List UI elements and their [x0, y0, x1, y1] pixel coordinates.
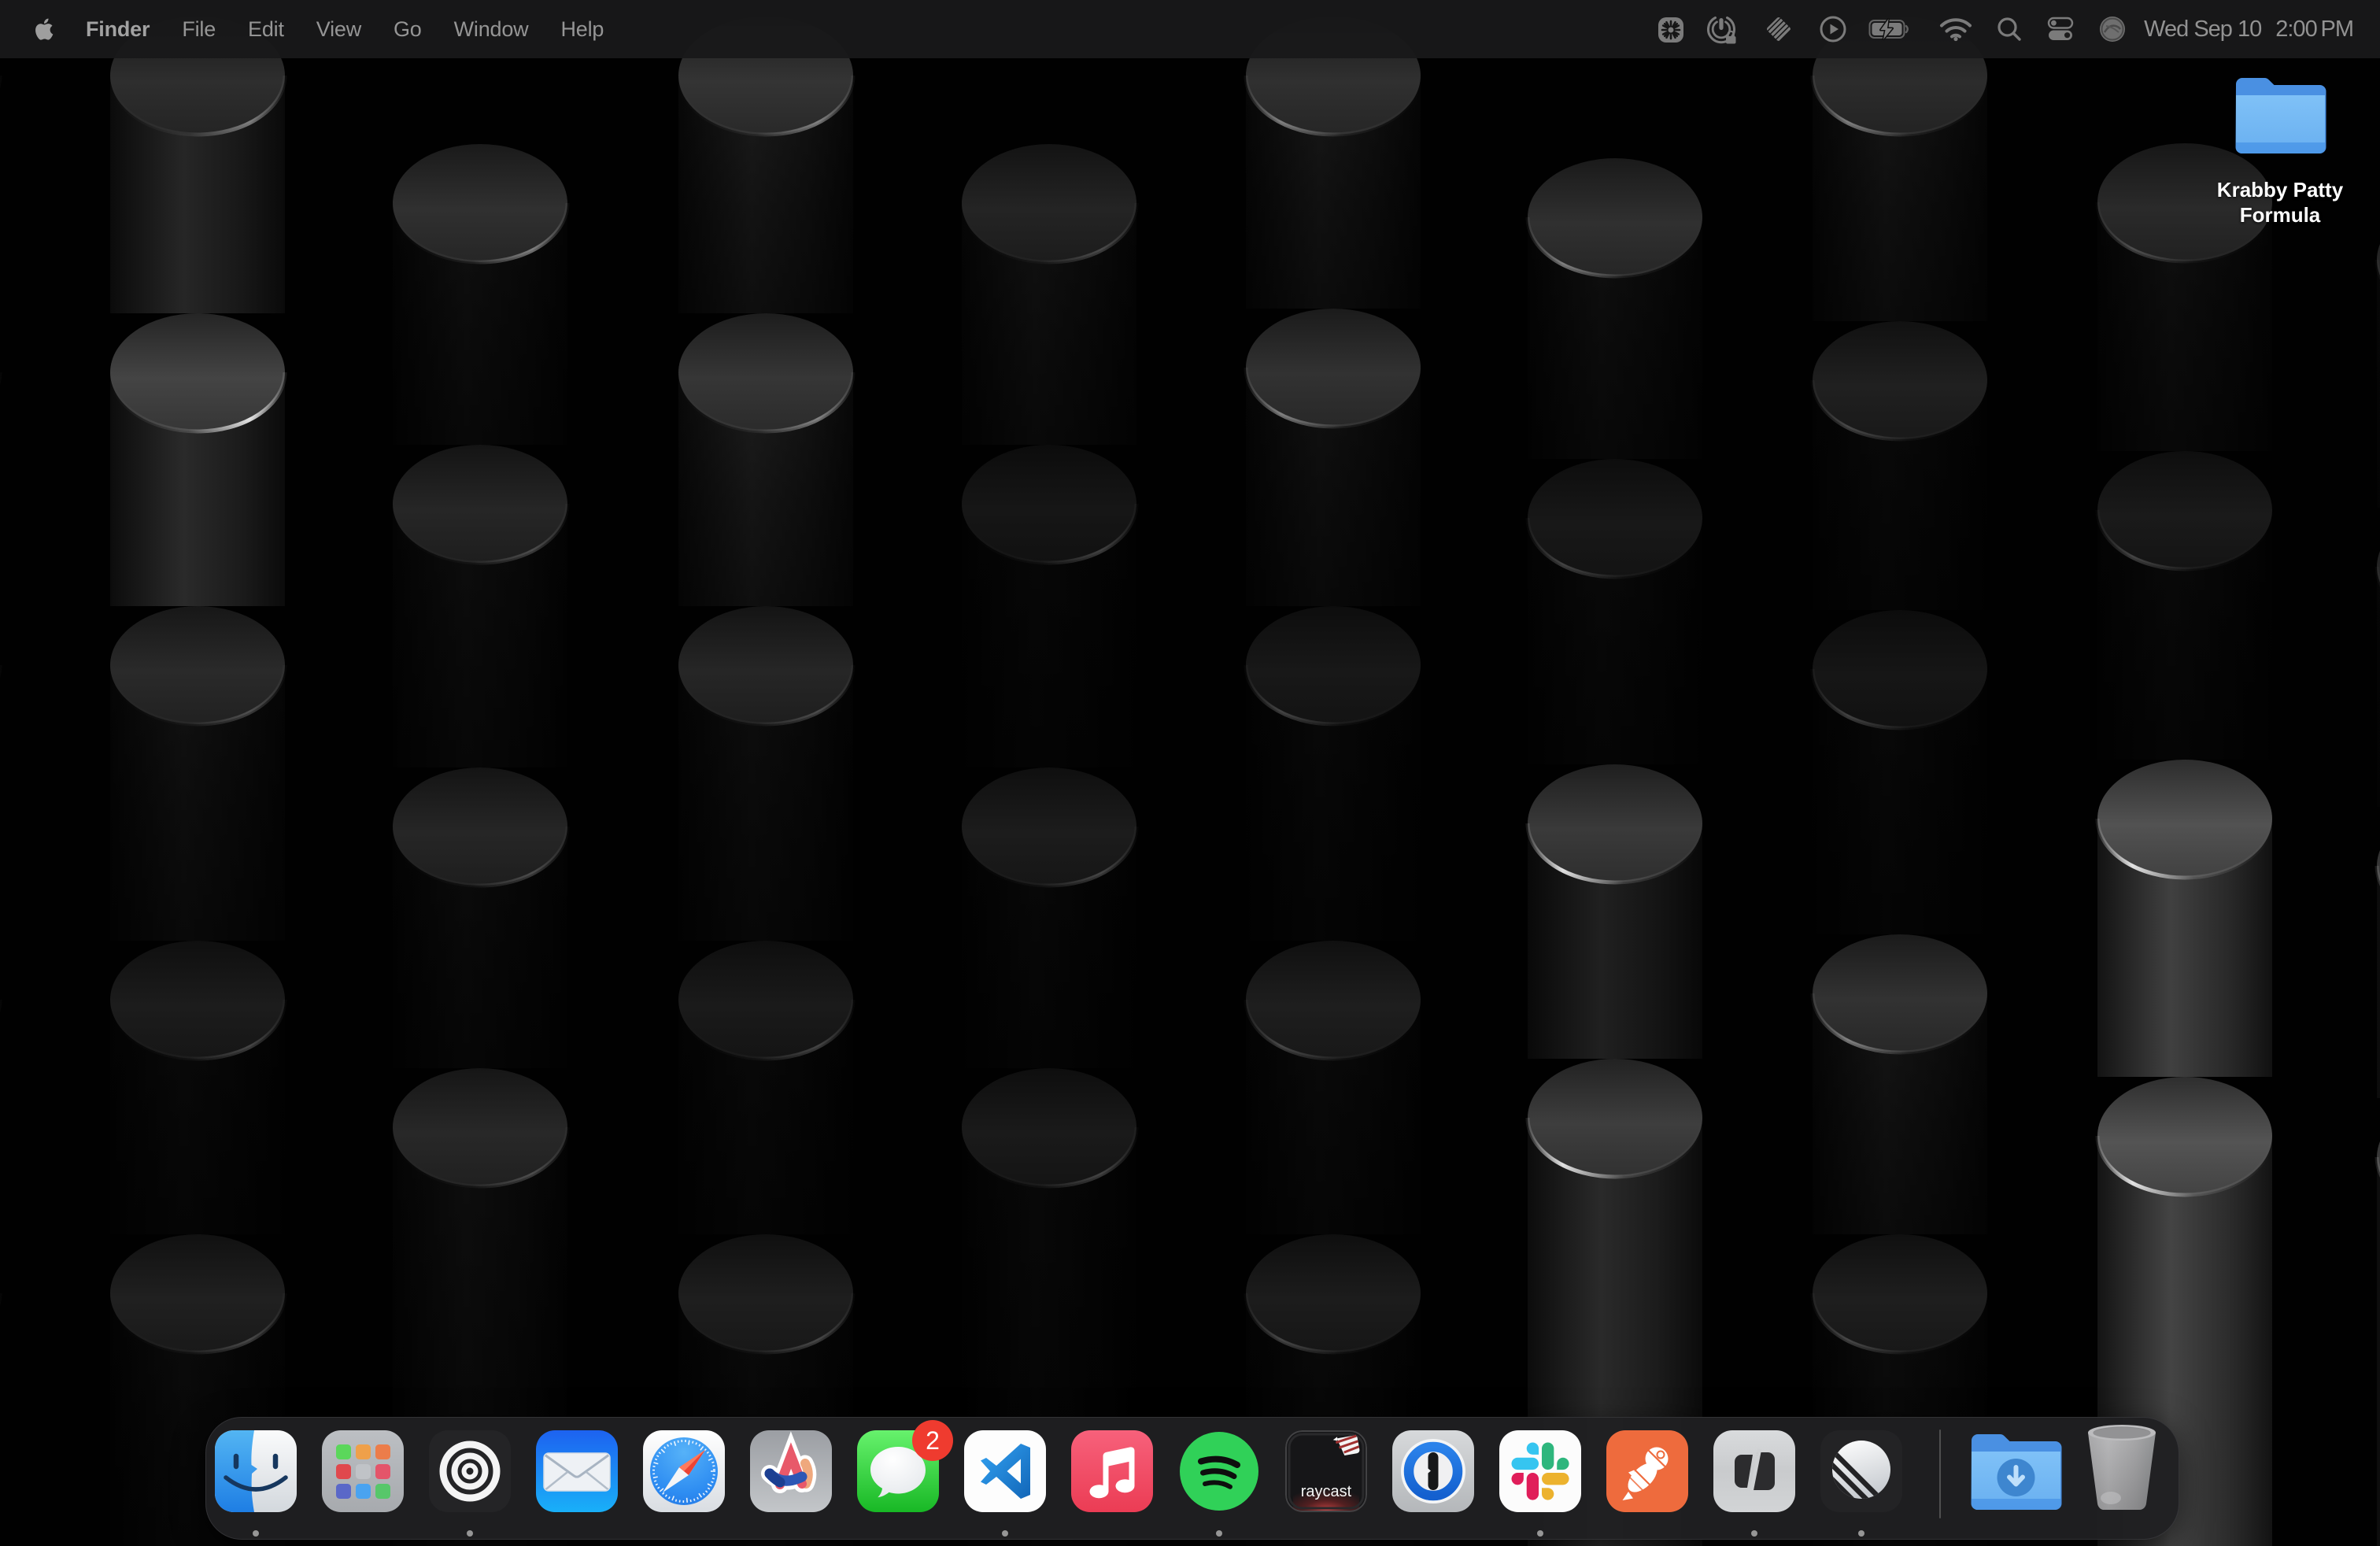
svg-text:raycast: raycast — [1301, 1483, 1352, 1500]
